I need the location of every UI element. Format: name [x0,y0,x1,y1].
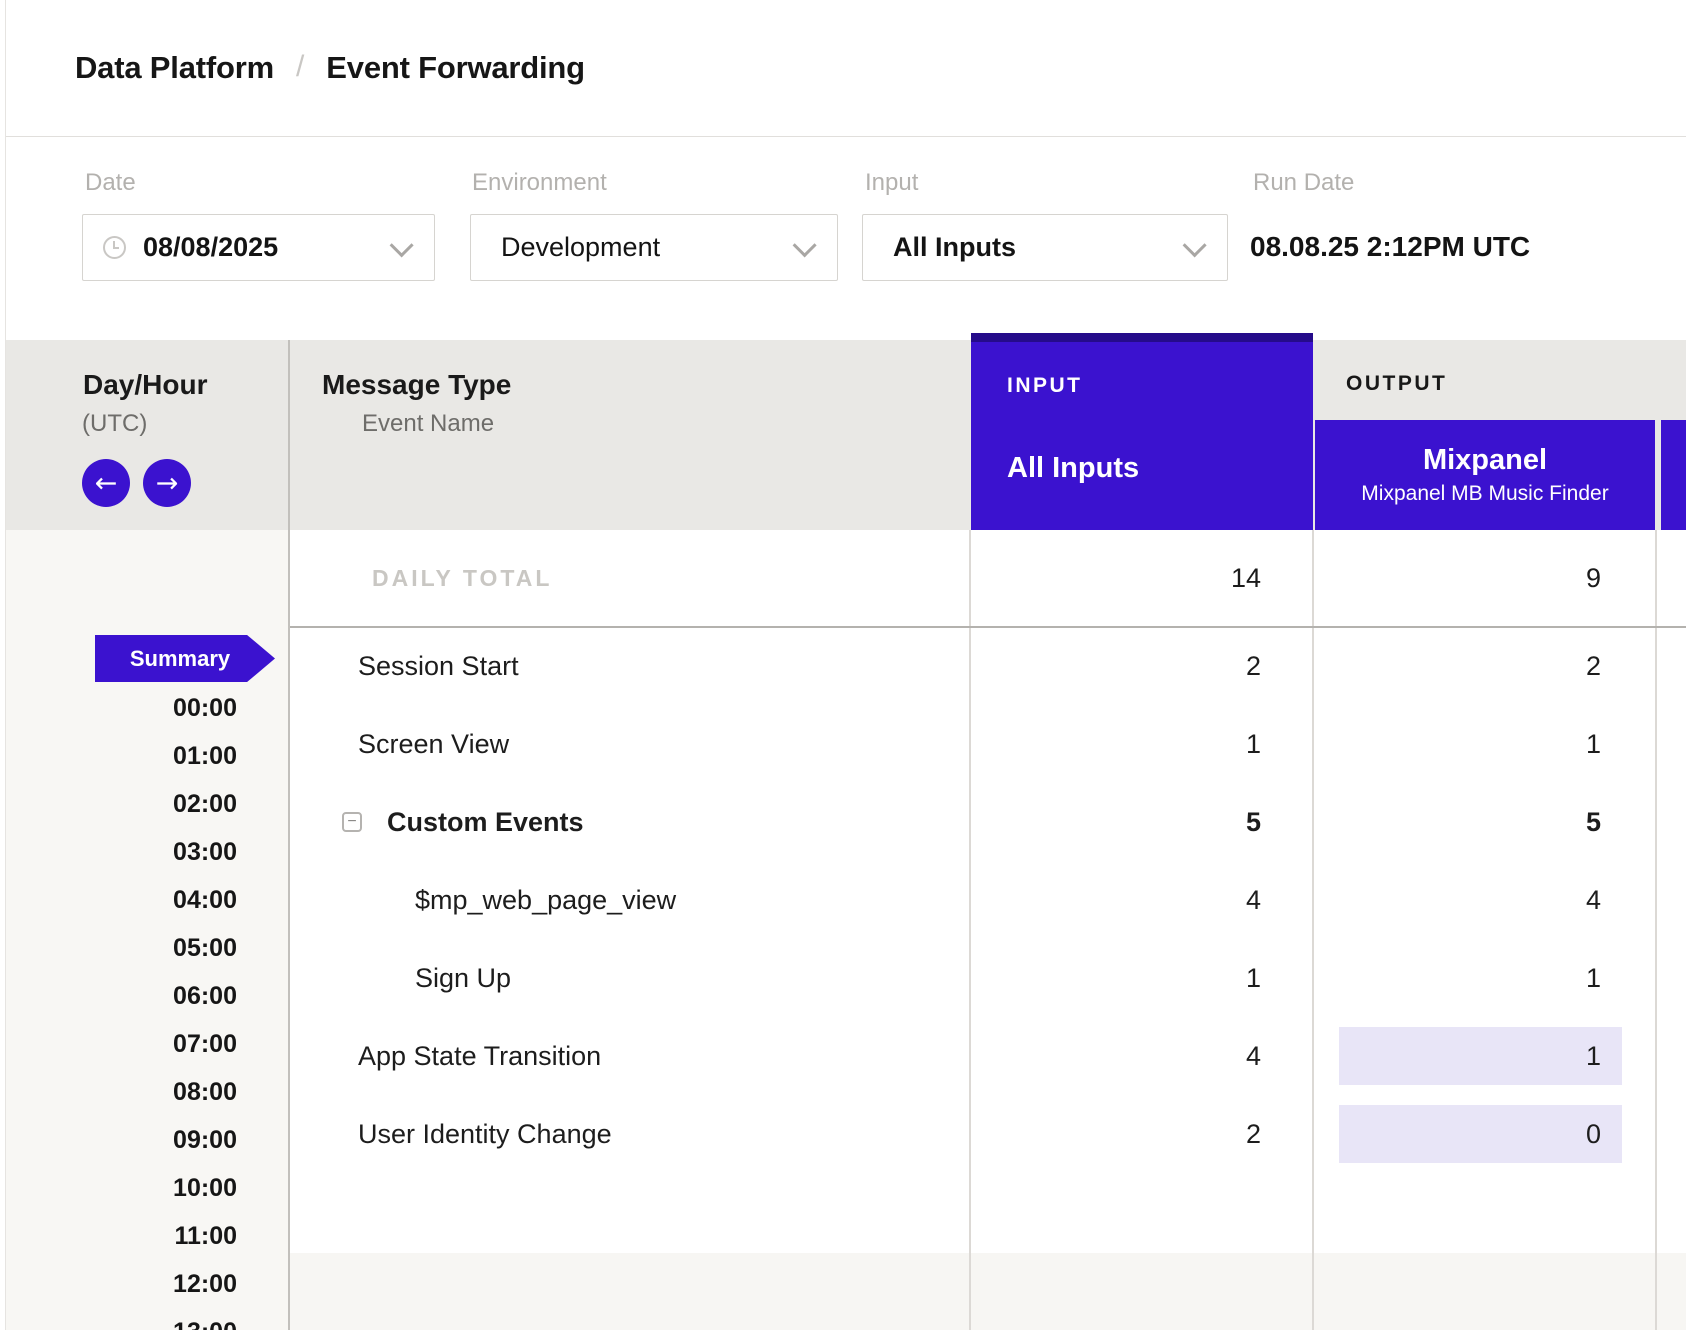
output-column-header-mixpanel[interactable]: Mixpanel Mixpanel MB Music Finder [1315,420,1655,530]
output-column-subtitle: Mixpanel MB Music Finder [1361,482,1608,506]
table-row-custom-events: − Custom Events 5 5 [290,783,1686,861]
input-column-title: All Inputs [1007,452,1139,485]
date-value: 08/08/2025 [143,232,278,263]
output-section-label: OUTPUT [1346,372,1447,396]
hour-row-00[interactable]: 00:00 [6,684,237,732]
next-day-button[interactable]: → [143,459,191,507]
input-count-cell: 1 [970,939,1313,1017]
row-label: Session Start [358,627,519,705]
dropped-count-highlight [1339,1105,1622,1163]
hour-row-06[interactable]: 06:00 [6,972,237,1020]
output-column-header-partial [1661,420,1686,530]
hour-row-07[interactable]: 07:00 [6,1020,237,1068]
run-date-value: 08.08.25 2:12PM UTC [1250,231,1530,263]
input-column-header[interactable]: INPUT All Inputs [971,333,1313,530]
table-row-user-identity-change: User Identity Change 2 0 [290,1095,1686,1173]
chevron-down-icon [1183,233,1207,257]
day-hour-subtitle: (UTC) [82,410,147,438]
input-dropdown[interactable]: All Inputs [862,214,1228,281]
hour-row-05[interactable]: 05:00 [6,924,237,972]
output-count-cell: 1 [1313,939,1657,1017]
event-rows: Session Start 2 2 Screen View 1 1 − Cust… [290,627,1686,1173]
hour-row-11[interactable]: 11:00 [6,1212,237,1260]
daily-total-row: DAILY TOTAL 14 9 [290,530,1686,626]
output-column-title: Mixpanel [1423,444,1547,477]
date-dropdown[interactable]: 08/08/2025 [82,214,435,281]
input-column-accent-strip [971,333,1313,342]
table-footer-band [290,1253,1686,1330]
output-count-cell: 5 [1313,783,1657,861]
table-row-screen-view: Screen View 1 1 [290,705,1686,783]
output-count-cell-highlighted: 1 [1313,1017,1657,1095]
row-label: $mp_web_page_view [415,861,676,939]
event-name-subtitle: Event Name [362,410,494,438]
chevron-down-icon [793,233,817,257]
event-forwarding-page: Data Platform / Event Forwarding Date 08… [0,0,1686,1330]
input-count-cell: 4 [970,1017,1313,1095]
page-title: Event Forwarding [326,50,585,86]
output-count-cell-highlighted: 0 [1313,1095,1657,1173]
hour-row-10[interactable]: 10:00 [6,1164,237,1212]
hour-row-04[interactable]: 04:00 [6,876,237,924]
input-value: All Inputs [893,232,1016,263]
day-hour-title: Day/Hour [83,369,207,401]
arrow-left-icon: ← [95,468,118,499]
input-count-cell: 4 [970,861,1313,939]
input-label: Input [865,169,918,197]
table-row-session-start: Session Start 2 2 [290,627,1686,705]
table-row-mp-web-page-view: $mp_web_page_view 4 4 [290,861,1686,939]
daily-total-input-value: 14 [970,530,1313,626]
row-label: Sign Up [415,939,511,1017]
input-count-cell: 1 [970,705,1313,783]
output-count-cell: 2 [1313,627,1657,705]
breadcrumb-section[interactable]: Data Platform [75,50,274,86]
table-row-sign-up: Sign Up 1 1 [290,939,1686,1017]
daily-total-output-value: 9 [1313,530,1657,626]
summary-label: Summary [130,646,230,672]
row-label: App State Transition [358,1017,601,1095]
message-type-title: Message Type [322,369,511,401]
hour-list: 00:00 01:00 02:00 03:00 04:00 05:00 06:0… [6,684,237,1330]
input-count-cell: 2 [970,627,1313,705]
collapse-toggle-icon[interactable]: − [342,812,362,832]
summary-row-selector[interactable]: Summary [95,635,275,682]
input-section-label: INPUT [1007,374,1083,398]
environment-value: Development [501,232,660,263]
input-count-cell: 2 [970,1095,1313,1173]
breadcrumb: Data Platform / Event Forwarding [6,0,1686,137]
row-label: User Identity Change [358,1095,612,1173]
input-count-cell: 5 [970,783,1313,861]
clock-icon [103,236,126,259]
date-label: Date [85,169,136,197]
row-label: Screen View [358,705,509,783]
run-date-label: Run Date [1253,169,1354,197]
row-label: Custom Events [387,783,584,861]
table-row-app-state-transition: App State Transition 4 1 [290,1017,1686,1095]
hour-row-09[interactable]: 09:00 [6,1116,237,1164]
environment-dropdown[interactable]: Development [470,214,838,281]
hour-row-08[interactable]: 08:00 [6,1068,237,1116]
environment-label: Environment [472,169,607,197]
daily-total-label: DAILY TOTAL [372,530,552,626]
chevron-down-icon [390,233,414,257]
breadcrumb-separator: / [296,50,304,84]
arrow-right-icon: → [156,468,179,499]
hour-row-12[interactable]: 12:00 [6,1260,237,1308]
hour-row-03[interactable]: 03:00 [6,828,237,876]
hour-row-13[interactable]: 13:00 [6,1308,237,1330]
previous-day-button[interactable]: ← [82,459,130,507]
output-count-cell: 4 [1313,861,1657,939]
hour-row-01[interactable]: 01:00 [6,732,237,780]
hour-row-02[interactable]: 02:00 [6,780,237,828]
output-count-cell: 1 [1313,705,1657,783]
dropped-count-highlight [1339,1027,1622,1085]
